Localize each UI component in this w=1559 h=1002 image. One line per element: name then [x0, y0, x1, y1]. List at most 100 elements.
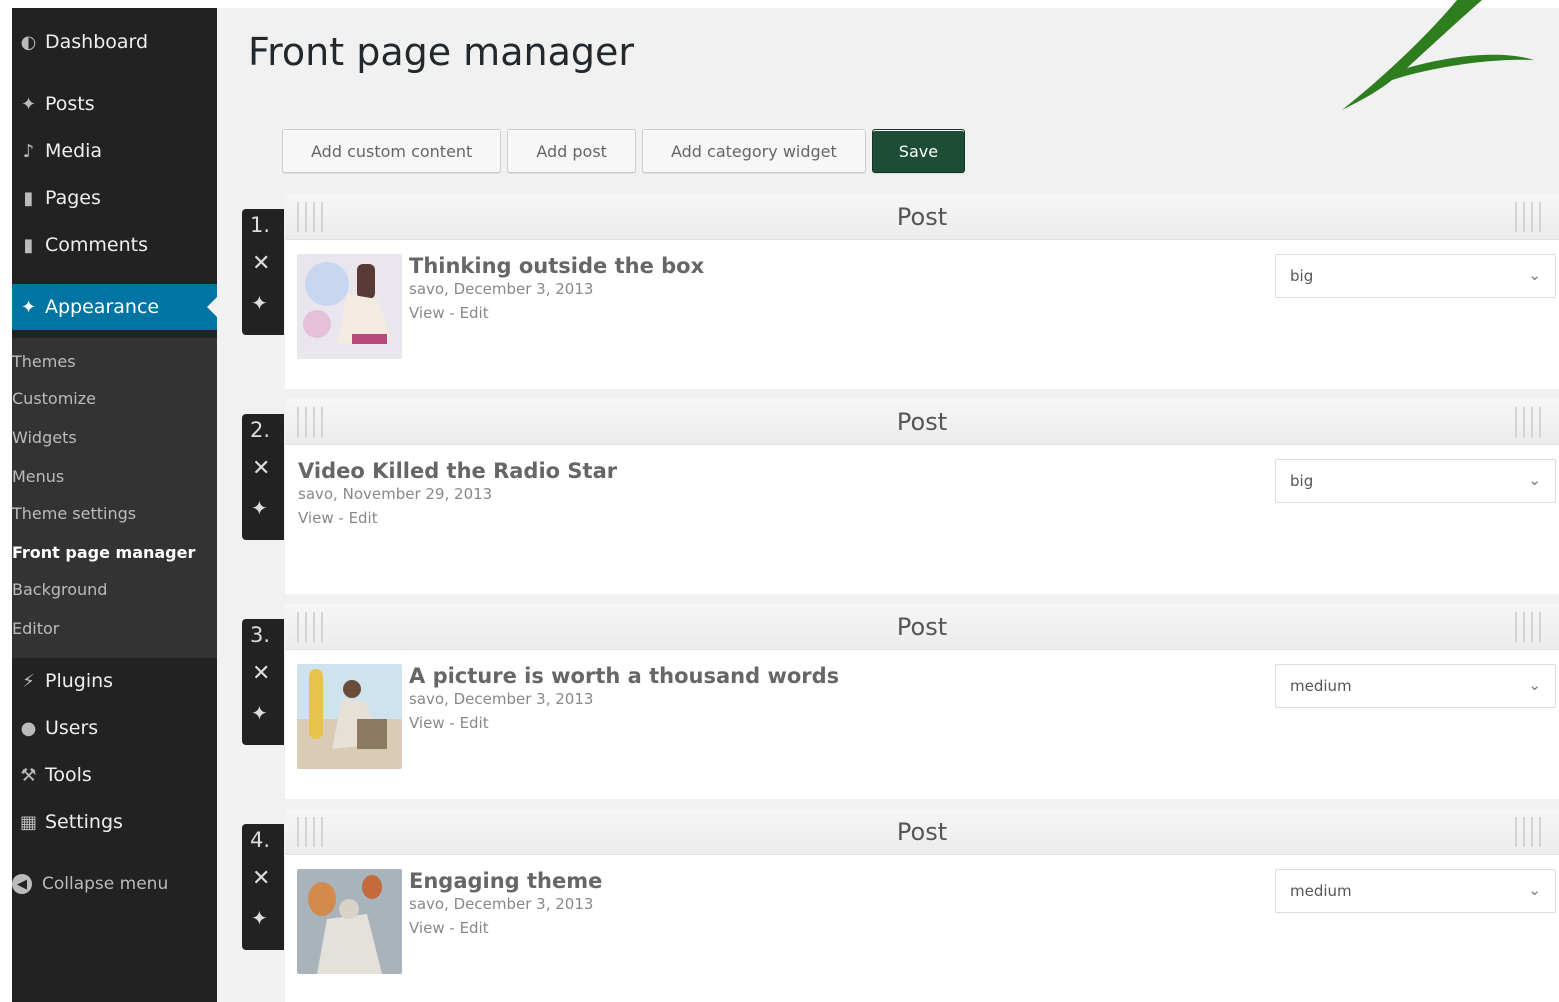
- post-title: A picture is worth a thousand words: [409, 664, 840, 688]
- post-info: A picture is worth a thousand words savo…: [409, 664, 839, 732]
- remove-icon[interactable]: ✕: [252, 456, 270, 481]
- add-custom-content-button[interactable]: Add custom content: [282, 129, 502, 173]
- menu-label: Pages: [45, 187, 101, 209]
- menu-label: Media: [45, 140, 103, 162]
- item-card: Post Video Killed the Radio Star savo, N…: [285, 399, 1559, 594]
- menu-media[interactable]: ♪ Media: [12, 133, 217, 169]
- size-select[interactable]: medium ⌄: [1275, 664, 1556, 708]
- chevron-down-icon: ⌄: [1528, 881, 1541, 899]
- submenu-background[interactable]: Background: [12, 574, 217, 604]
- add-post-button[interactable]: Add post: [507, 129, 636, 173]
- post-meta: savo, December 3, 2013: [409, 280, 594, 298]
- view-link[interactable]: View: [409, 919, 445, 937]
- item-drag-handle[interactable]: Post: [285, 604, 1559, 650]
- add-category-widget-button[interactable]: Add category widget: [641, 129, 866, 173]
- menu-label: Posts: [45, 93, 95, 115]
- edit-link[interactable]: Edit: [460, 304, 489, 322]
- view-link[interactable]: View: [298, 509, 334, 527]
- submenu-label: Front page manager: [12, 542, 196, 562]
- admin-sidebar: ◐ Dashboard ✦ Posts ♪ Media ▮ Pages ▮ Co…: [12, 8, 217, 1002]
- plug-icon: ⚡: [22, 670, 35, 692]
- menu-users[interactable]: ● Users: [12, 710, 217, 746]
- brand-logo: [1342, 0, 1534, 110]
- menu-tools[interactable]: ⚒ Tools: [12, 757, 217, 793]
- page-title: Front page manager: [248, 30, 634, 74]
- item-controls: 2. ✕ ✦: [242, 414, 284, 540]
- menu-dashboard[interactable]: ◐ Dashboard: [12, 24, 217, 60]
- size-select[interactable]: big ⌄: [1275, 254, 1556, 298]
- edit-link[interactable]: Edit: [460, 714, 489, 732]
- pin-icon[interactable]: ✦: [251, 906, 268, 930]
- link-separator: -: [444, 714, 460, 732]
- menu-label: Appearance: [45, 296, 160, 318]
- item-controls: 4. ✕ ✦: [242, 824, 284, 950]
- edit-link[interactable]: Edit: [460, 919, 489, 937]
- pin-icon[interactable]: ✦: [251, 701, 268, 725]
- menu-appearance[interactable]: ✦ Appearance: [12, 284, 217, 330]
- collapse-menu-button[interactable]: ◀ Collapse menu: [12, 868, 217, 900]
- dashboard-icon: ◐: [20, 31, 37, 53]
- remove-icon[interactable]: ✕: [252, 661, 270, 686]
- pin-icon[interactable]: ✦: [251, 496, 268, 520]
- grip-icon: [1515, 612, 1547, 642]
- link-separator: -: [444, 919, 460, 937]
- submenu-front-page-manager[interactable]: Front page manager: [12, 537, 217, 567]
- submenu-widgets[interactable]: Widgets: [12, 422, 217, 452]
- submenu-label: Customize: [12, 388, 96, 408]
- post-info: Engaging theme savo, December 3, 2013 Vi…: [409, 869, 602, 937]
- post-links: View - Edit: [409, 304, 704, 322]
- remove-icon[interactable]: ✕: [252, 251, 270, 276]
- submenu-customize[interactable]: Customize: [12, 383, 217, 413]
- submenu-menus[interactable]: Menus: [12, 461, 217, 491]
- menu-label: Comments: [45, 234, 148, 256]
- view-link[interactable]: View: [409, 304, 445, 322]
- size-select[interactable]: big ⌄: [1275, 459, 1556, 503]
- post-thumbnail: [297, 869, 402, 974]
- paintbrush-icon: ✦: [20, 296, 37, 318]
- size-select-value: big: [1290, 267, 1314, 285]
- item-controls: 1. ✕ ✦: [242, 209, 284, 335]
- toolbar: Add custom content Add post Add category…: [282, 129, 966, 173]
- link-separator: -: [444, 304, 460, 322]
- size-select-value: medium: [1290, 677, 1352, 695]
- size-select[interactable]: medium ⌄: [1275, 869, 1556, 913]
- post-meta: savo, December 3, 2013: [409, 895, 594, 913]
- chevron-down-icon: ⌄: [1528, 471, 1541, 489]
- item-number: 3.: [250, 623, 271, 647]
- item-type-label: Post: [896, 613, 948, 641]
- menu-comments[interactable]: ▮ Comments: [12, 227, 217, 263]
- menu-plugins[interactable]: ⚡ Plugins: [12, 663, 217, 699]
- edit-link[interactable]: Edit: [349, 509, 378, 527]
- item-card: Post Thinking outside the box savo, Dece…: [285, 194, 1559, 389]
- save-button[interactable]: Save: [871, 129, 966, 173]
- size-select-value: medium: [1290, 882, 1352, 900]
- item-card: Post Engaging theme savo, December 3, 20…: [285, 809, 1559, 1002]
- item-drag-handle[interactable]: Post: [285, 809, 1559, 855]
- menu-pages[interactable]: ▮ Pages: [12, 180, 217, 216]
- submenu-label: Themes: [12, 351, 76, 371]
- submenu-label: Widgets: [12, 427, 77, 447]
- menu-settings[interactable]: ▦ Settings: [12, 804, 217, 840]
- view-link[interactable]: View: [409, 714, 445, 732]
- post-info: Video Killed the Radio Star savo, Novemb…: [298, 459, 617, 527]
- item-type-label: Post: [896, 408, 948, 436]
- submenu-label: Theme settings: [12, 503, 137, 523]
- grip-icon: [1515, 817, 1547, 847]
- appearance-submenu: Themes Customize Widgets Menus Theme set…: [12, 338, 217, 658]
- submenu-editor[interactable]: Editor: [12, 613, 217, 643]
- submenu-label: Editor: [12, 618, 60, 638]
- menu-label: Tools: [45, 764, 92, 786]
- collapse-label: Collapse menu: [42, 874, 169, 894]
- item-drag-handle[interactable]: Post: [285, 399, 1559, 445]
- item-number: 1.: [250, 213, 271, 237]
- remove-icon[interactable]: ✕: [252, 866, 270, 891]
- submenu-theme-settings[interactable]: Theme settings: [12, 498, 217, 528]
- submenu-themes[interactable]: Themes: [12, 346, 217, 376]
- pin-icon[interactable]: ✦: [251, 291, 268, 315]
- post-info: Thinking outside the box savo, December …: [409, 254, 704, 322]
- grip-icon: [1515, 202, 1547, 232]
- item-number: 2.: [250, 418, 271, 442]
- post-thumbnail: [297, 254, 402, 359]
- item-drag-handle[interactable]: Post: [285, 194, 1559, 240]
- menu-posts[interactable]: ✦ Posts: [12, 86, 217, 122]
